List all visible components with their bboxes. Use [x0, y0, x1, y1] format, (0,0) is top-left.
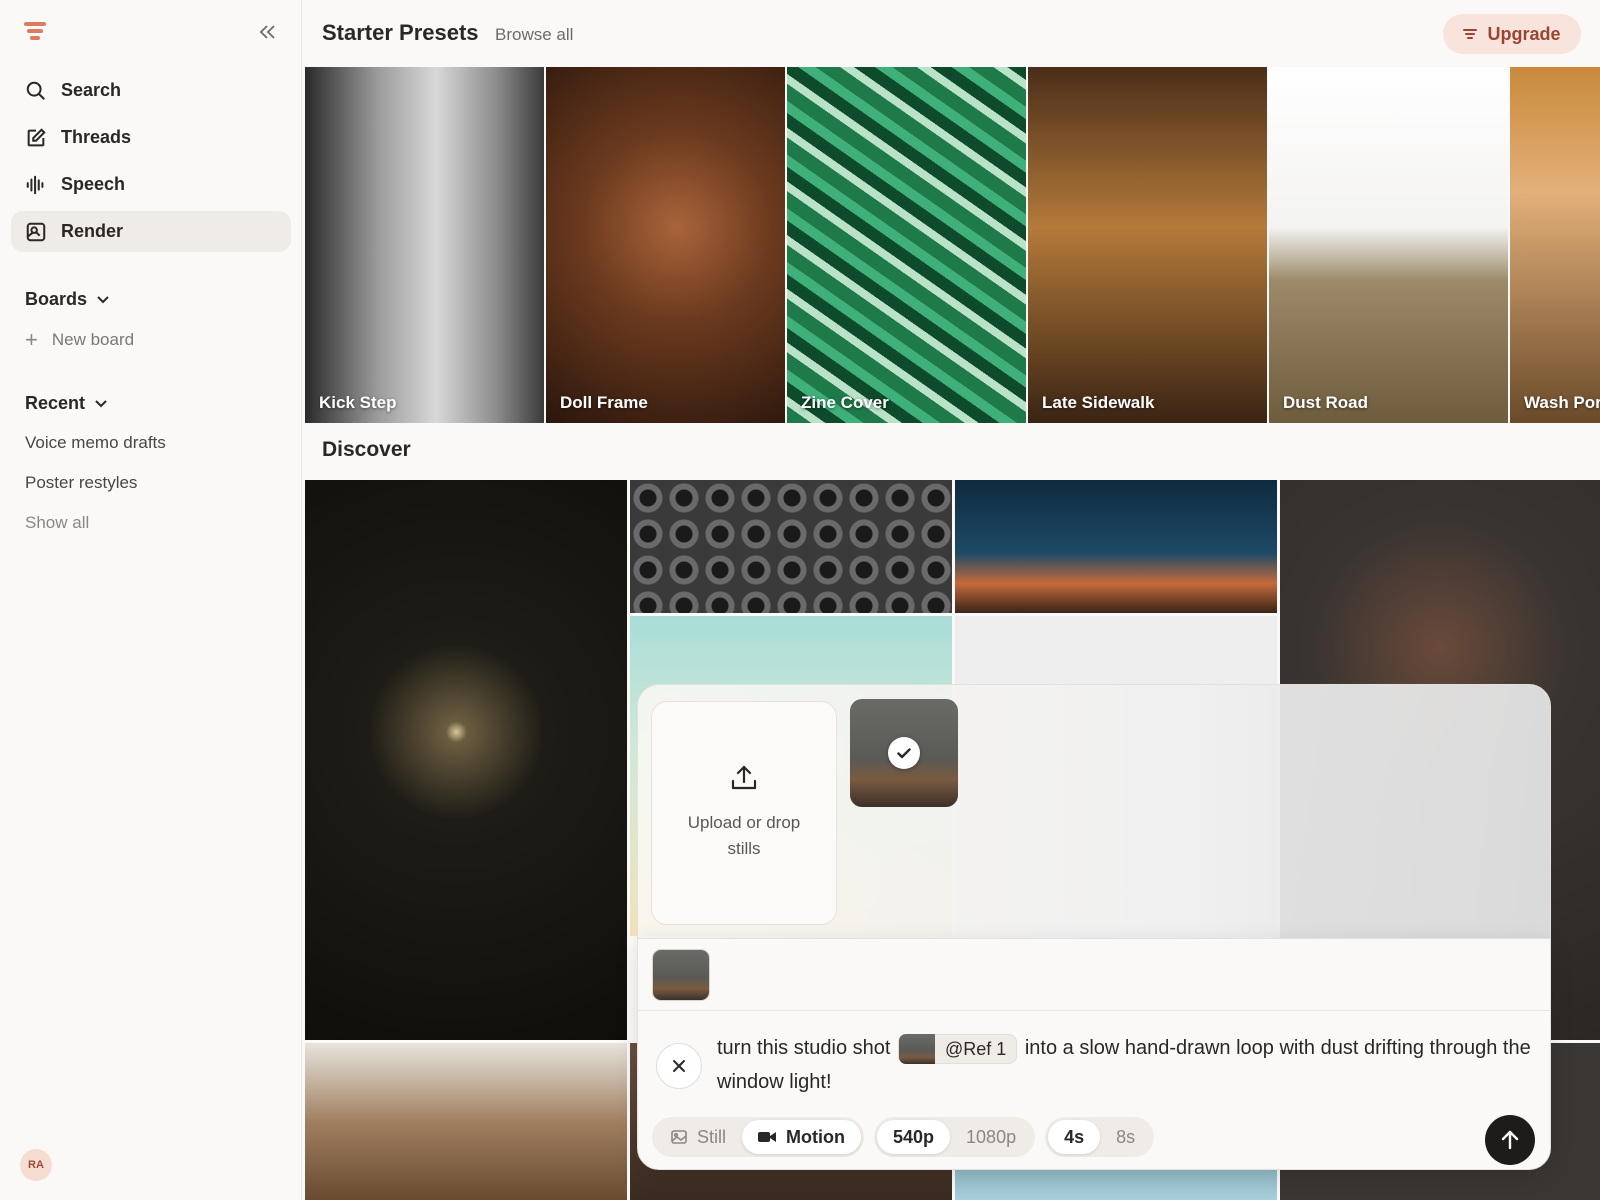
app-logo[interactable] [24, 22, 46, 42]
reference-chip[interactable]: @Ref 1 [898, 1033, 1018, 1064]
recent-label: Recent [25, 393, 86, 413]
duration-option[interactable]: 4s [1048, 1120, 1101, 1154]
chevron-down-icon [97, 295, 109, 303]
upgrade-button[interactable]: Upgrade [1443, 14, 1581, 54]
discover-image[interactable] [305, 1043, 627, 1200]
upload-dropzone[interactable]: Upload or drop stills [651, 701, 837, 925]
nav-item-search[interactable]: Search [11, 70, 291, 111]
prompt-input[interactable]: turn this studio shot @Ref 1 into a slow… [717, 1031, 1537, 1099]
image-search-icon [26, 222, 46, 241]
reference-chip-thumbnail [899, 1033, 935, 1064]
preset-label: Zine Cover [801, 393, 889, 412]
preset-label: Kick Step [319, 393, 397, 412]
resolution-toggle: 540p 1080p [874, 1117, 1036, 1157]
prompt-text-before: turn this studio shot [717, 1037, 891, 1059]
reference-chip-label: @Ref 1 [945, 1038, 1007, 1059]
video-camera-icon [758, 1132, 777, 1142]
reference-thumbnail[interactable] [652, 949, 710, 1001]
mode-option-still[interactable]: Still [655, 1120, 742, 1154]
preset-card[interactable]: Doll Frame [546, 67, 785, 423]
send-button[interactable] [1485, 1115, 1535, 1165]
sidebar: Search Threads Speech Render Boards + Ne… [0, 0, 302, 1200]
discover-image[interactable] [955, 480, 1277, 613]
duration-option[interactable]: 8s [1100, 1120, 1151, 1154]
new-board-label: New board [51, 330, 135, 349]
discover-image[interactable] [630, 480, 952, 613]
waveform-icon [26, 175, 44, 194]
preset-label: Late Sidewalk [1042, 393, 1155, 412]
preset-card[interactable]: Wash Port [1510, 67, 1600, 423]
new-board-button[interactable]: + New board [25, 327, 134, 353]
show-all-link[interactable]: Show all [25, 513, 89, 533]
nav-label: Speech [61, 174, 126, 194]
mode-label: Still [697, 1126, 727, 1147]
nav-item-render[interactable]: Render [11, 211, 291, 252]
image-icon [671, 1130, 687, 1144]
arrow-up-icon [1501, 1130, 1519, 1150]
preset-label: Dust Road [1283, 393, 1368, 412]
browse-all-link[interactable]: Browse all [495, 25, 573, 45]
preset-label: Wash Port [1524, 393, 1600, 412]
mode-toggle: Still Motion [652, 1117, 864, 1157]
search-icon [26, 81, 45, 100]
discover-heading: Discover [322, 438, 411, 461]
preset-card[interactable]: Zine Cover [787, 67, 1026, 423]
preset-label: Doll Frame [560, 393, 648, 412]
nav-label: Threads [61, 127, 132, 147]
collapse-sidebar-icon[interactable] [256, 20, 280, 44]
nav-item-threads[interactable]: Threads [11, 117, 291, 158]
nav-label: Render [61, 221, 124, 241]
compose-icon [27, 127, 46, 146]
starter-presets-row: Kick Step Doll Frame Zine Cover Late Sid… [305, 67, 1600, 423]
nav-label: Search [61, 80, 122, 100]
preset-card[interactable]: Kick Step [305, 67, 544, 423]
recent-item[interactable]: Poster restyles [25, 473, 137, 493]
discover-image[interactable] [305, 480, 627, 1040]
page-title: Starter Presets [322, 20, 479, 45]
duration-toggle: 4s 8s [1045, 1117, 1155, 1157]
upgrade-label: Upgrade [1487, 23, 1561, 44]
boards-section-toggle[interactable]: Boards [25, 289, 109, 310]
mode-label: Motion [786, 1126, 845, 1147]
avatar[interactable]: RA [20, 1149, 52, 1181]
generation-options: Still Motion 540p 1080p 4s 8s [652, 1117, 1155, 1157]
selected-still-thumbnail[interactable] [850, 699, 958, 807]
reference-strip [638, 939, 1550, 1011]
nav-item-speech[interactable]: Speech [11, 164, 291, 205]
resolution-option[interactable]: 1080p [950, 1120, 1032, 1154]
filter-lines-icon [1463, 29, 1478, 39]
upload-icon [731, 765, 757, 790]
plus-icon: + [25, 327, 38, 352]
upload-text: Upload or drop stills [687, 813, 801, 858]
close-icon [673, 1060, 685, 1072]
preset-card[interactable]: Late Sidewalk [1028, 67, 1267, 423]
boards-label: Boards [25, 289, 88, 309]
main-nav: Search Threads Speech Render [11, 70, 291, 258]
chevron-down-icon [95, 399, 107, 407]
recent-section-toggle[interactable]: Recent [25, 393, 107, 414]
recent-item[interactable]: Voice memo drafts [25, 433, 166, 453]
preset-card[interactable]: Dust Road [1269, 67, 1508, 423]
mode-option-motion[interactable]: Motion [742, 1120, 861, 1154]
prompt-composer: turn this studio shot @Ref 1 into a slow… [637, 938, 1551, 1170]
checkmark-icon [888, 737, 920, 769]
clear-prompt-button[interactable] [656, 1043, 702, 1089]
stills-tray: Upload or drop stills [637, 684, 1551, 942]
resolution-option[interactable]: 540p [877, 1120, 951, 1154]
